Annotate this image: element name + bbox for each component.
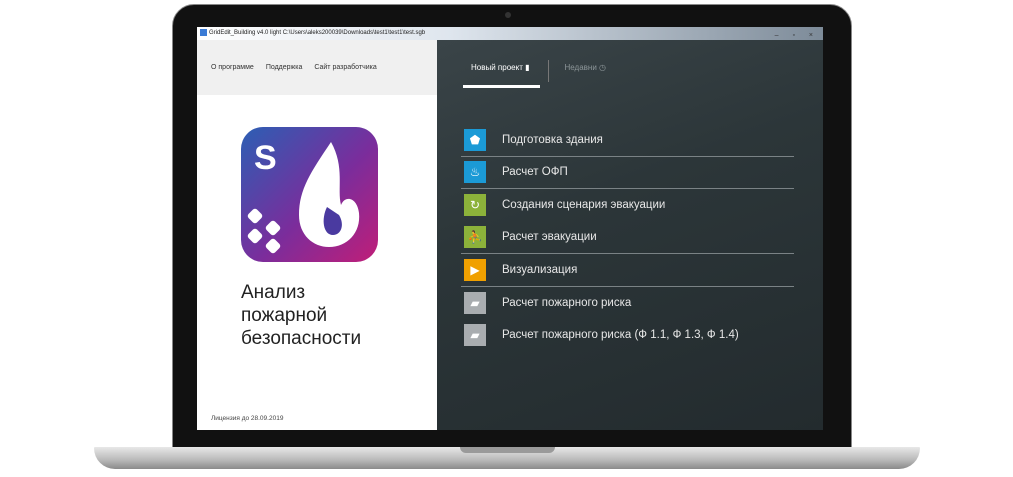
tab-label: Недавни: [564, 62, 597, 72]
menu-item-fire-risk[interactable]: ▰ Расчет пожарного риска: [461, 287, 794, 320]
nav-developer-site[interactable]: Сайт разработчика: [314, 64, 376, 71]
menu-label: Расчет ОФП: [502, 166, 568, 179]
menu-item-evacuation-scenario[interactable]: ↻ Создания сценария эвакуации: [461, 189, 794, 222]
tab-recent[interactable]: Недавни ◷: [557, 63, 617, 80]
tab-label: Новый проект: [471, 62, 523, 72]
svg-text:S: S: [254, 139, 277, 177]
app-title-line: Анализ: [241, 282, 306, 303]
menu-label: Создания сценария эвакуации: [502, 199, 666, 212]
running-man-icon: ⛹: [464, 226, 486, 249]
tab-new-project[interactable]: Новый проект ▮: [463, 62, 540, 88]
menu-label: Подготовка здания: [502, 133, 603, 146]
window-title: GridEdit_Building v4.0 light C:\Users\al…: [209, 30, 426, 36]
building-icon: ⬟: [464, 128, 486, 151]
nav-support[interactable]: Поддержка: [266, 64, 303, 71]
folder-icon: ▰: [464, 324, 486, 347]
main-menu: ⬟ Подготовка здания ♨ Расчет ОФП ↻ Создания…: [461, 124, 794, 352]
left-nav: О программе Поддержка Сайт разработчика: [197, 40, 437, 95]
menu-item-visualization[interactable]: ▶ Визуализация: [461, 254, 794, 287]
laptop-notch: [460, 447, 555, 453]
flame-icon: S: [247, 139, 360, 254]
app-title-line: пожарной: [241, 305, 328, 326]
app-title: Анализ пожарной безопасности: [241, 281, 361, 350]
folder-icon: ▰: [464, 291, 486, 314]
right-panel: Новый проект ▮ Недавни ◷ ⬟ Подготовка зда…: [437, 40, 823, 430]
nav-about[interactable]: О программе: [211, 64, 254, 71]
app-window: GridEdit_Building v4.0 light C:\Users\al…: [197, 27, 823, 430]
clock-icon: ◷: [599, 62, 607, 72]
app-icon: [200, 28, 207, 36]
menu-label: Расчет пожарного риска: [502, 296, 632, 309]
menu-item-evacuation-calc[interactable]: ⛹ Расчет эвакуации: [461, 222, 794, 254]
menu-item-building-prep[interactable]: ⬟ Подготовка здания: [461, 124, 794, 157]
menu-item-fire-risk-f1[interactable]: ▰ Расчет пожарного риска (Ф 1.1, Ф 1.3, Ф…: [461, 319, 794, 352]
app-logo: S: [241, 127, 378, 262]
left-panel: О программе Поддержка Сайт разработчика …: [197, 40, 437, 430]
film-icon: ▶: [464, 258, 486, 281]
tabs: Новый проект ▮ Недавни ◷: [463, 60, 617, 88]
cycle-icon: ↻: [464, 194, 486, 217]
license-text: Лицензия до 28.09.2019: [211, 415, 284, 422]
menu-item-ofp-calc[interactable]: ♨ Расчет ОФП: [461, 157, 794, 189]
menu-label: Визуализация: [502, 263, 578, 276]
app-title-line: безопасности: [241, 328, 362, 349]
menu-label: Расчет эвакуации: [502, 231, 597, 244]
fire-spread-icon: ♨: [464, 161, 486, 184]
title-bar: GridEdit_Building v4.0 light C:\Users\al…: [197, 27, 823, 40]
menu-label: Расчет пожарного риска (Ф 1.1, Ф 1.3, Ф …: [502, 329, 739, 342]
book-icon: ▮: [525, 62, 530, 72]
tab-divider: [547, 60, 549, 82]
camera: [505, 12, 511, 18]
